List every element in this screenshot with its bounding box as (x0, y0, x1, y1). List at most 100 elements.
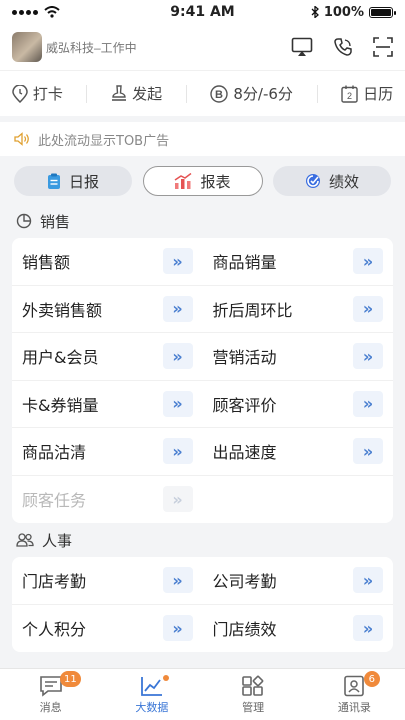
tabbar-contacts[interactable]: 通讯录 6 (304, 669, 405, 720)
wifi-icon (44, 6, 60, 18)
bar-chart-icon (175, 173, 192, 189)
score-button[interactable]: B 8分/-6分 (210, 83, 293, 104)
tabbar-messages[interactable]: 消息 11 (0, 669, 101, 720)
tab-reports-label: 报表 (200, 172, 231, 191)
tabbar-manage[interactable]: 管理 (203, 669, 304, 720)
trend-chart-icon (140, 676, 162, 696)
report-item-sold-out[interactable]: 商品沽清 » (12, 428, 203, 475)
screen-cast-icon[interactable] (291, 37, 313, 57)
divider (316, 84, 318, 103)
company-avatar[interactable] (12, 32, 42, 62)
double-chevron-right-icon[interactable]: » (353, 615, 383, 642)
report-item-label: 出品速度 (212, 443, 277, 463)
tab-performance-label: 绩效 (328, 172, 359, 191)
double-chevron-right-icon[interactable]: » (353, 438, 383, 465)
double-chevron-right-icon[interactable]: » (162, 295, 193, 322)
clipboard-icon (47, 173, 60, 189)
double-chevron-right-icon[interactable]: » (353, 343, 383, 370)
clock-in-label: 打卡 (32, 85, 63, 103)
stamp-icon (112, 84, 127, 101)
clock-in-button[interactable]: 打卡 (12, 83, 63, 104)
signal-icon (12, 9, 38, 15)
report-tabs: 日报 报表 绩效 (0, 156, 405, 204)
ad-banner[interactable]: 此处流动显示TOB广告 (0, 122, 405, 156)
report-item-delivery-sales[interactable]: 外卖销售额 » (12, 286, 203, 333)
location-pin-icon (12, 84, 28, 103)
tab-daily-report[interactable]: 日报 (14, 166, 132, 196)
bottom-tab-bar: 消息 11 大数据 管理 通讯录 6 (0, 668, 405, 720)
report-item-label: 顾客任务 (22, 491, 87, 511)
battery-icon (369, 6, 396, 18)
status-bar: 9:41 AM 100% (0, 0, 405, 24)
calendar-button[interactable]: 2 日历 (341, 83, 393, 104)
report-item-card-coupon-sales[interactable]: 卡&券销量 » (12, 381, 203, 428)
grid-row: 个人积分 » 门店绩效 » (12, 605, 393, 653)
ad-banner-text: 此处流动显示TOB广告 (38, 133, 170, 149)
report-item-label: 营销活动 (212, 348, 277, 368)
double-chevron-right-icon[interactable]: » (162, 248, 193, 275)
report-item-customer-reviews[interactable]: 顾客评价 » (203, 381, 394, 428)
scan-icon[interactable] (373, 37, 393, 57)
tabbar-contacts-label: 通讯录 (337, 700, 371, 714)
double-chevron-right-icon[interactable]: » (353, 390, 383, 417)
score-coin-icon: B (210, 84, 229, 103)
initiate-label: 发起 (132, 85, 163, 103)
grid-row: 卡&券销量 » 顾客评价 » (12, 381, 394, 428)
report-item-label: 商品沽清 (22, 443, 87, 463)
unread-badge: 11 (60, 671, 81, 687)
report-item-users-members[interactable]: 用户&会员 » (12, 333, 203, 380)
tab-performance[interactable]: 绩效 (273, 166, 391, 196)
grid-row: 门店考勤 » 公司考勤 » (12, 557, 393, 605)
section-sales-title: 销售 (0, 204, 405, 238)
report-item-store-attendance[interactable]: 门店考勤 » (12, 557, 203, 604)
report-item-serving-speed[interactable]: 出品速度 » (203, 428, 394, 475)
grid-row: 销售额 » 商品销量 » (12, 238, 393, 286)
report-item-product-sales[interactable]: 商品销量 » (203, 238, 394, 285)
initiate-button[interactable]: 发起 (111, 83, 162, 104)
double-chevron-right-icon[interactable]: » (162, 438, 193, 465)
report-item-personal-points[interactable]: 个人积分 » (12, 605, 203, 653)
section-hr-label: 人事 (42, 531, 73, 550)
double-chevron-right-icon[interactable]: » (162, 343, 193, 370)
phone-call-icon[interactable] (333, 37, 353, 57)
report-item-company-attendance[interactable]: 公司考勤 » (203, 557, 394, 604)
notification-dot (163, 675, 170, 681)
double-chevron-right-icon[interactable]: » (162, 567, 193, 594)
double-chevron-right-icon[interactable]: » (162, 615, 193, 642)
double-chevron-right-icon[interactable]: » (353, 248, 383, 275)
double-chevron-right-icon[interactable]: » (162, 390, 193, 417)
hr-report-grid: 门店考勤 » 公司考勤 » 个人积分 » 门店绩效 » (12, 557, 393, 652)
tabbar-big-data-label: 大数据 (135, 700, 169, 714)
report-item-customer-tasks: 顾客任务 » (12, 476, 203, 524)
double-chevron-right-icon: » (162, 486, 193, 513)
report-item-label: 公司考勤 (212, 572, 277, 592)
double-chevron-right-icon[interactable]: » (353, 567, 383, 594)
report-item-store-performance[interactable]: 门店绩效 » (203, 605, 394, 653)
unread-badge: 6 (363, 671, 380, 687)
divider (86, 84, 88, 103)
double-chevron-right-icon[interactable]: » (353, 295, 383, 322)
report-item-label: 个人积分 (22, 620, 87, 640)
company-status[interactable]: 威弘科技–工作中 (46, 39, 291, 56)
report-item-label: 销售额 (22, 253, 71, 273)
svg-text:B: B (215, 89, 223, 101)
battery-percent: 100% (323, 4, 364, 20)
tabbar-big-data[interactable]: 大数据 (101, 669, 202, 720)
speaker-icon (14, 132, 29, 146)
report-item-sales-amount[interactable]: 销售额 » (12, 238, 203, 285)
report-item-label: 外卖销售额 (22, 300, 103, 320)
calendar-label: 日历 (363, 85, 394, 103)
grid-row: 顾客任务 » (12, 476, 393, 524)
report-item-marketing[interactable]: 营销活动 » (203, 333, 394, 380)
section-hr-title: 人事 (0, 523, 405, 557)
calendar-icon: 2 (341, 85, 358, 103)
tabbar-manage-label: 管理 (242, 700, 265, 714)
performance-icon (305, 174, 320, 188)
report-item-weekly-comparison[interactable]: 折后周环比 » (203, 286, 394, 333)
divider (185, 84, 187, 103)
bluetooth-icon (311, 6, 319, 18)
report-item-label: 顾客评价 (212, 395, 277, 415)
tab-reports[interactable]: 报表 (142, 166, 263, 196)
section-sales-label: 销售 (40, 212, 71, 231)
grid-row: 外卖销售额 » 折后周环比 » (12, 286, 394, 333)
